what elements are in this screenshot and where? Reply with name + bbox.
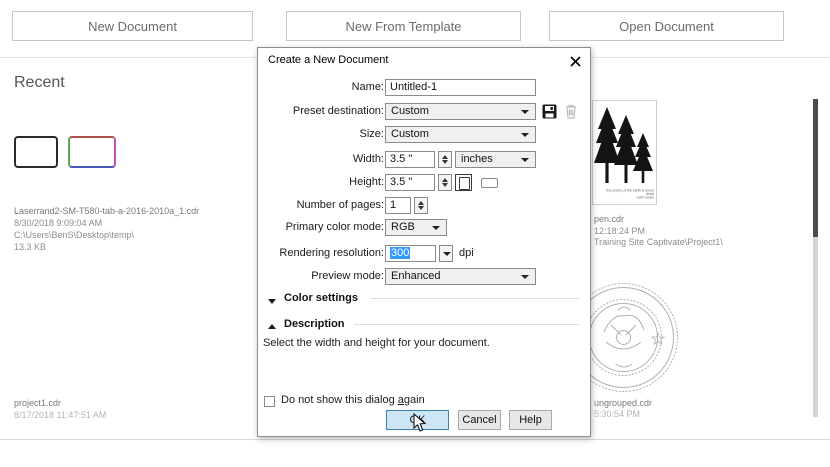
height-label: Height: [349, 174, 384, 191]
description-rule [354, 324, 580, 325]
pine-trees-image [593, 101, 656, 189]
size-select[interactable]: Custom [385, 126, 536, 143]
selected-text: 300 [390, 247, 410, 259]
new-document-button[interactable]: New Document [12, 11, 253, 41]
dpi-label: dpi [459, 245, 474, 262]
description-expand-icon [268, 324, 276, 329]
help-button[interactable]: Help [509, 410, 552, 430]
recent-thumbnail-1[interactable] [14, 136, 58, 168]
units-select[interactable]: inches [455, 151, 536, 168]
create-new-document-dialog: Create a New Document Name: Untitled-1 P… [257, 47, 591, 437]
color-mode-select[interactable]: RGB [385, 219, 447, 236]
description-section[interactable]: Description [284, 318, 345, 330]
seal-star-icon [652, 333, 664, 344]
close-icon[interactable] [566, 52, 584, 70]
description-text: Select the width and height for your doc… [263, 337, 490, 349]
name-input[interactable]: Untitled-1 [385, 79, 536, 96]
resolution-input[interactable]: 300 [385, 245, 436, 262]
recent-file2-date: 8/17/2018 11:47:51 AM [14, 409, 106, 421]
do-not-show-label: Do not show this dialog again [281, 394, 425, 406]
recent-file1-name: Laserrand2-SM-T580-tab-a-2016-2010a_1.cd… [14, 205, 199, 217]
recent-file3-path: Training Site Captivate\Project1\ [594, 236, 723, 248]
delete-preset-icon[interactable] [564, 103, 578, 119]
primary-color-mode-label: Primary color mode: [286, 219, 384, 236]
cancel-button[interactable]: Cancel [458, 410, 501, 430]
portrait-icon [459, 177, 470, 190]
recent-file1-path: C:\Users\BenS\Desktop\temp\ [14, 229, 134, 241]
name-label: Name: [352, 79, 384, 96]
height-stepper[interactable] [438, 174, 452, 191]
bottom-divider [0, 439, 830, 440]
do-not-show-checkbox[interactable] [264, 396, 275, 407]
recent-file4-date: 5:30:54 PM [594, 408, 640, 420]
color-settings-rule [371, 298, 580, 299]
open-document-button[interactable]: Open Document [549, 11, 784, 41]
number-of-pages-label: Number of pages: [297, 197, 384, 214]
recent-heading: Recent [14, 74, 65, 92]
width-stepper[interactable] [438, 151, 452, 168]
pages-stepper[interactable] [414, 197, 428, 214]
portrait-orientation-button[interactable] [455, 174, 472, 191]
size-label: Size: [360, 126, 384, 143]
landscape-orientation-button[interactable] [481, 178, 498, 188]
app-window: New Document New From Template Open Docu… [0, 0, 830, 467]
dialog-title: Create a New Document [268, 54, 388, 66]
color-settings-section[interactable]: Color settings [284, 292, 358, 304]
scrollbar-thumb[interactable] [813, 99, 818, 237]
recent-thumbnail-2[interactable] [68, 136, 116, 168]
rendering-resolution-label: Rendering resolution: [279, 245, 384, 262]
width-input[interactable]: 3.5 " [385, 151, 435, 168]
color-settings-collapse-icon [268, 299, 276, 304]
width-label: Width: [353, 151, 384, 168]
recent-file1-size: 13.3 KB [14, 241, 46, 253]
height-input[interactable]: 3.5 " [385, 174, 435, 191]
new-from-template-button[interactable]: New From Template [286, 11, 521, 41]
preset-destination-select[interactable]: Custom [385, 103, 536, 120]
pages-input[interactable]: 1 [385, 197, 411, 214]
preview-mode-label: Preview mode: [311, 268, 384, 285]
ok-button[interactable]: OK [386, 410, 449, 430]
tree-thumbnail-caption: the poetry of the earth is never dead Jo… [604, 189, 654, 200]
preset-destination-label: Preset destination: [293, 103, 384, 120]
preview-mode-select[interactable]: Enhanced [385, 268, 536, 285]
recent-file2-name: project1.cdr [14, 397, 61, 409]
resolution-dropdown-button[interactable] [439, 245, 453, 262]
recent-file3-name: pen.cdr [594, 213, 624, 225]
recent-thumbnail-trees[interactable]: the poetry of the earth is never dead Jo… [592, 100, 657, 205]
recent-file1-date: 8/30/2018 9:09:04 AM [14, 217, 102, 229]
scrollbar-track[interactable] [813, 99, 818, 417]
save-preset-icon[interactable] [542, 104, 557, 119]
